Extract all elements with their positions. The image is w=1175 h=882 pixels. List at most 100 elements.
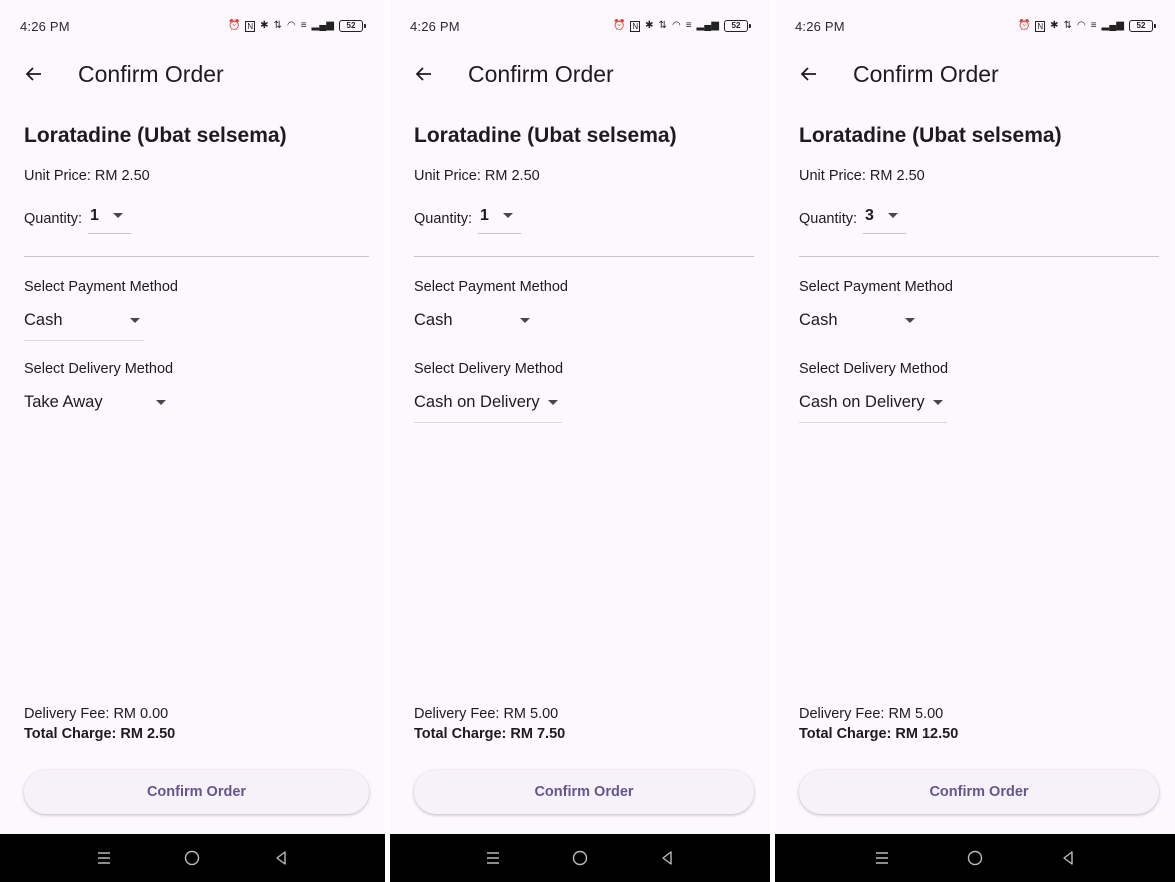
delivery-method-dropdown[interactable]: Cash on Delivery — [799, 393, 947, 423]
back-triangle-icon[interactable] — [655, 846, 679, 870]
payment-method-label: Select Payment Method — [799, 279, 953, 295]
battery-icon: 52 — [339, 20, 366, 32]
nfc-icon: N — [245, 20, 256, 32]
product-name: Loratadine (Ubat selsema) — [799, 124, 1062, 147]
chevron-down-icon — [130, 318, 140, 323]
battery-icon: 52 — [724, 20, 751, 32]
signal-icon: ▂▄▆ — [1101, 20, 1124, 31]
quantity-row: Quantity: 3 — [799, 204, 1159, 234]
wifi-icon: ◠ — [286, 20, 296, 31]
unit-price: Unit Price: RM 2.50 — [799, 168, 925, 184]
app-bar: Confirm Order — [0, 52, 385, 96]
volte-icon: ≡ — [1090, 20, 1097, 31]
quantity-dropdown[interactable]: 3 — [863, 204, 906, 234]
status-icons: ⏰ N ✱ ⇅ ◠ ≡ ▂▄▆ 52 — [612, 20, 751, 32]
confirm-order-button[interactable]: Confirm Order — [799, 770, 1159, 814]
chevron-down-icon — [520, 318, 530, 323]
bluetooth-icon: ✱ — [1050, 20, 1059, 31]
status-bar: 4:26 PM ⏰ N ✱ ⇅ ◠ ≡ ▂▄▆ 52 — [390, 0, 770, 52]
unit-price: Unit Price: RM 2.50 — [24, 168, 150, 184]
home-circle-icon[interactable] — [180, 846, 204, 870]
volte-icon: ≡ — [300, 20, 307, 31]
payment-method-label: Select Payment Method — [24, 279, 178, 295]
wifi-icon: ◠ — [1076, 20, 1086, 31]
menu-icon[interactable] — [481, 846, 505, 870]
delivery-fee: Delivery Fee: RM 0.00 — [24, 706, 169, 722]
delivery-method-value: Take Away — [24, 393, 103, 411]
payment-method-label: Select Payment Method — [414, 279, 568, 295]
quantity-label: Quantity: — [414, 211, 473, 227]
app-bar: Confirm Order — [775, 52, 1175, 96]
back-triangle-icon[interactable] — [1056, 846, 1080, 870]
delivery-fee: Delivery Fee: RM 5.00 — [799, 706, 944, 722]
home-circle-icon[interactable] — [963, 846, 987, 870]
volte-icon: ≡ — [685, 20, 692, 31]
wifi-icon: ◠ — [671, 20, 681, 31]
bluetooth-icon: ✱ — [645, 20, 654, 31]
payment-method-value: Cash — [414, 311, 453, 329]
chevron-down-icon — [547, 400, 558, 405]
quantity-label: Quantity: — [24, 211, 83, 227]
confirm-order-button[interactable]: Confirm Order — [24, 770, 369, 814]
delivery-method-label: Select Delivery Method — [24, 361, 174, 377]
unit-price: Unit Price: RM 2.50 — [414, 168, 540, 184]
status-time: 4:26 PM — [795, 18, 845, 34]
payment-method-dropdown[interactable]: Cash — [24, 311, 144, 341]
menu-icon[interactable] — [92, 846, 116, 870]
total-charge: Total Charge: RM 7.50 — [414, 726, 566, 742]
phone-screen-3: 4:26 PM ⏰ N ✱ ⇅ ◠ ≡ ▂▄▆ 52 Confirm Order… — [775, 0, 1175, 882]
status-time: 4:26 PM — [410, 18, 460, 34]
signal-icon: ▂▄▆ — [696, 20, 719, 31]
chevron-down-icon — [905, 318, 915, 323]
chevron-down-icon — [887, 213, 898, 218]
menu-icon[interactable] — [870, 846, 894, 870]
status-icons: ⏰ N ✱ ⇅ ◠ ≡ ▂▄▆ 52 — [227, 20, 366, 32]
product-name: Loratadine (Ubat selsema) — [24, 124, 287, 147]
confirm-order-button[interactable]: Confirm Order — [414, 770, 754, 814]
arrow-left-icon[interactable] — [412, 62, 436, 86]
data-speed-icon: ⇅ — [658, 20, 667, 31]
arrow-left-icon[interactable] — [22, 62, 46, 86]
app-bar: Confirm Order — [390, 52, 770, 96]
status-bar: 4:26 PM ⏰ N ✱ ⇅ ◠ ≡ ▂▄▆ 52 — [775, 0, 1175, 52]
quantity-label: Quantity: — [799, 211, 858, 227]
phone-screen-2: 4:26 PM ⏰ N ✱ ⇅ ◠ ≡ ▂▄▆ 52 Confirm Order… — [390, 0, 770, 882]
quantity-value: 3 — [865, 206, 874, 224]
total-charge: Total Charge: RM 2.50 — [24, 726, 176, 742]
payment-method-dropdown[interactable]: Cash — [799, 311, 919, 341]
alarm-icon: ⏰ — [612, 20, 626, 31]
divider — [414, 256, 754, 257]
battery-icon: 52 — [1129, 20, 1156, 32]
home-circle-icon[interactable] — [568, 846, 592, 870]
delivery-method-label: Select Delivery Method — [799, 361, 949, 377]
payment-method-dropdown[interactable]: Cash — [414, 311, 534, 341]
arrow-left-icon[interactable] — [797, 62, 821, 86]
divider — [799, 256, 1159, 257]
payment-method-value: Cash — [799, 311, 838, 329]
order-form: Loratadine (Ubat selsema) Unit Price: RM… — [414, 124, 754, 423]
page-title: Confirm Order — [853, 60, 999, 87]
order-summary: Delivery Fee: RM 5.00 Total Charge: RM 1… — [799, 706, 1159, 742]
signal-icon: ▂▄▆ — [311, 20, 334, 31]
order-summary: Delivery Fee: RM 5.00 Total Charge: RM 7… — [414, 706, 754, 742]
screens-container: 4:26 PM ⏰ N ✱ ⇅ ◠ ≡ ▂▄▆ 52 Confirm Order… — [0, 0, 1175, 882]
nfc-icon: N — [1035, 20, 1046, 32]
delivery-method-dropdown[interactable]: Take Away — [24, 393, 170, 423]
delivery-fee: Delivery Fee: RM 5.00 — [414, 706, 559, 722]
page-title: Confirm Order — [78, 60, 224, 87]
total-charge: Total Charge: RM 12.50 — [799, 726, 959, 742]
alarm-icon: ⏰ — [227, 20, 241, 31]
payment-method-value: Cash — [24, 311, 63, 329]
quantity-row: Quantity: 1 — [24, 204, 369, 234]
back-triangle-icon[interactable] — [269, 846, 293, 870]
quantity-dropdown[interactable]: 1 — [478, 204, 521, 234]
quantity-row: Quantity: 1 — [414, 204, 754, 234]
status-bar: 4:26 PM ⏰ N ✱ ⇅ ◠ ≡ ▂▄▆ 52 — [0, 0, 385, 52]
system-nav-bar — [0, 834, 385, 882]
alarm-icon: ⏰ — [1017, 20, 1031, 31]
quantity-dropdown[interactable]: 1 — [88, 204, 131, 234]
delivery-method-dropdown[interactable]: Cash on Delivery — [414, 393, 562, 423]
status-icons: ⏰ N ✱ ⇅ ◠ ≡ ▂▄▆ 52 — [1017, 20, 1156, 32]
order-summary: Delivery Fee: RM 0.00 Total Charge: RM 2… — [24, 706, 369, 742]
system-nav-bar — [775, 834, 1175, 882]
